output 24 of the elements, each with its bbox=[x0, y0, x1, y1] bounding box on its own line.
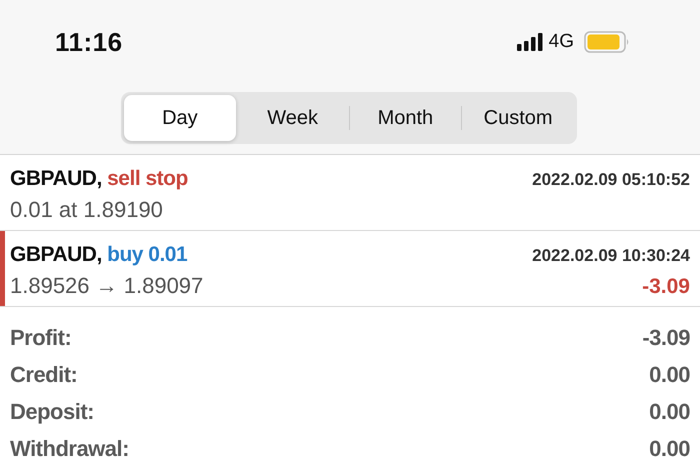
period-tab[interactable]: Day bbox=[124, 95, 236, 141]
order-row[interactable]: GBPAUD, sell stop 2022.02.09 05:10:52 0.01 at 1.89190 bbox=[0, 155, 700, 231]
battery-icon bbox=[584, 31, 630, 53]
status-time: 11:16 bbox=[55, 26, 123, 58]
summary-label: Credit: bbox=[10, 362, 78, 388]
summary-value: 0.00 bbox=[649, 398, 690, 424]
order-time: 2022.02.09 05:10:52 bbox=[532, 170, 690, 190]
order-detail: 0.01 at 1.89190 bbox=[10, 196, 163, 222]
period-tab[interactable]: Week bbox=[236, 95, 348, 141]
summary-label: Profit: bbox=[10, 324, 72, 350]
signal-icon bbox=[516, 33, 543, 51]
summary-value: 0.00 bbox=[649, 436, 690, 462]
summary-label: Withdrawal: bbox=[10, 436, 129, 462]
summary-label: Deposit: bbox=[10, 398, 94, 424]
summary-value: -3.09 bbox=[642, 324, 690, 350]
period-tab[interactable]: Month bbox=[350, 95, 462, 141]
order-title: GBPAUD, buy 0.01 bbox=[10, 242, 188, 266]
order-time: 2022.02.09 10:30:24 bbox=[532, 246, 690, 266]
summary-value: 0.00 bbox=[649, 362, 690, 388]
order-detail: 1.89526 → 1.89097 bbox=[10, 272, 204, 298]
order-title: GBPAUD, sell stop bbox=[10, 166, 188, 190]
order-profit: -3.09 bbox=[642, 274, 690, 298]
period-tab[interactable]: Custom bbox=[462, 95, 574, 141]
network-label: 4G bbox=[548, 31, 574, 53]
